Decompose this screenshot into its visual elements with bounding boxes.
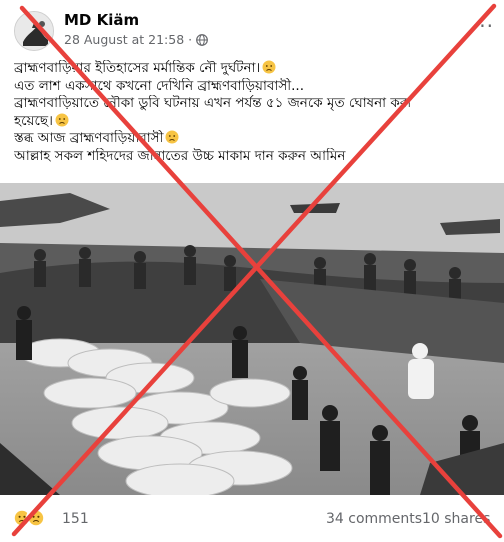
post-text-line: স্তব্ধ আজ ব্রাহ্মণবাড়িয়াবাসী: [14, 130, 492, 148]
post-text-line: এত লাশ একসাথে কখনো দেখিনি ব্রাহ্মণবাড়িয…: [14, 77, 304, 94]
globe-icon: [196, 33, 209, 46]
post-text-line: ব্রাহ্মণবাড়িয়াতে নৌকা ডুবি ঘটনায় এখন …: [14, 95, 412, 112]
post-text: ব্রাহ্মণবাড়িয়ার ইতিহাসের মর্মান্তিক নৌ…: [14, 60, 492, 166]
post-header: MD Kiäm 28 August at 21:58 · ···: [14, 8, 494, 52]
reaction-icons[interactable]: [12, 508, 46, 528]
shares-count[interactable]: 10 shares: [422, 511, 490, 527]
avatar[interactable]: [14, 11, 54, 51]
post-photo[interactable]: [0, 183, 504, 495]
sad-emoji-icon: [262, 60, 276, 74]
post-text-line: হয়েছে।: [14, 113, 492, 131]
meta-separator: ·: [188, 32, 193, 47]
author-name[interactable]: MD Kiäm: [64, 11, 139, 29]
post-text-line: আল্লাহ সকল শহিদদের জান্নাতের উচ্চ মাকাম …: [14, 147, 346, 164]
boat-accident-photo: [0, 183, 504, 495]
sad-reaction-icon: [26, 508, 46, 528]
post-meta: 28 August at 21:58 ·: [64, 32, 209, 47]
post-timestamp[interactable]: 28 August at 21:58: [64, 32, 184, 47]
avatar-image: [15, 12, 53, 50]
comments-count[interactable]: 34 comments: [326, 511, 422, 527]
reaction-count[interactable]: 151: [62, 511, 89, 527]
post-footer: 151 34 comments 10 shares: [0, 500, 504, 542]
post-text-line: ব্রাহ্মণবাড়িয়ার ইতিহাসের মর্মান্তিক নৌ…: [14, 60, 492, 78]
more-options-button[interactable]: ···: [472, 14, 494, 38]
facebook-post: MD Kiäm 28 August at 21:58 · ··· ব্রাহ্ম…: [0, 0, 504, 542]
sad-emoji-icon: [55, 113, 69, 127]
sad-emoji-icon: [165, 130, 179, 144]
